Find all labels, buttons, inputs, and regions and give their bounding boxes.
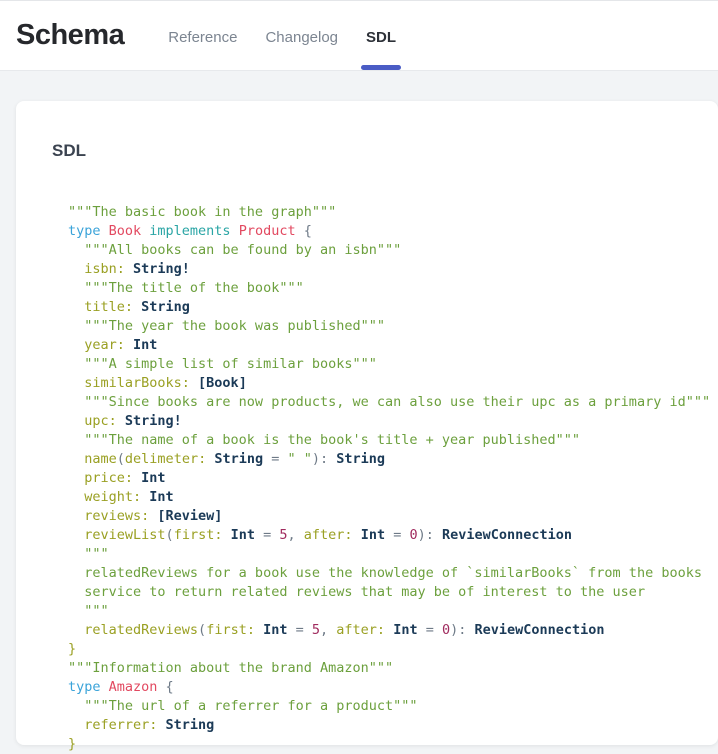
page-title: Schema — [16, 19, 124, 52]
sdl-heading: SDL — [52, 141, 698, 161]
code-line: """Since books are now products, we can … — [68, 393, 698, 412]
code-line: similarBooks: [Book] — [68, 374, 698, 393]
code-line: referrer: String — [68, 716, 698, 735]
code-line: """Information about the brand Amazon""" — [68, 659, 698, 678]
code-line: """The basic book in the graph""" — [68, 203, 698, 222]
code-line: type Book implements Product { — [68, 222, 698, 241]
code-line: reviewList(first: Int = 5, after: Int = … — [68, 526, 698, 545]
tab-label: SDL — [366, 29, 396, 46]
code-line: price: Int — [68, 469, 698, 488]
code-line: reviews: [Review] — [68, 507, 698, 526]
code-line: """The url of a referrer for a product""… — [68, 697, 698, 716]
sdl-card: SDL """The basic book in the graph"""typ… — [16, 101, 718, 745]
code-line: isbn: String! — [68, 260, 698, 279]
sdl-code: """The basic book in the graph"""type Bo… — [68, 203, 698, 754]
tab-changelog[interactable]: Changelog — [251, 1, 352, 70]
code-line: relatedReviews for a book use the knowle… — [68, 564, 698, 583]
code-line: """ — [68, 545, 698, 564]
code-line: type Amazon { — [68, 678, 698, 697]
code-line: """The name of a book is the book's titl… — [68, 431, 698, 450]
code-line: """All books can be found by an isbn""" — [68, 241, 698, 260]
code-line: title: String — [68, 298, 698, 317]
page-header: Schema Reference Changelog SDL — [0, 1, 718, 71]
active-tab-indicator — [361, 65, 401, 70]
code-line: year: Int — [68, 336, 698, 355]
code-line: relatedReviews(first: Int = 5, after: In… — [68, 621, 698, 640]
code-line: upc: String! — [68, 412, 698, 431]
tab-label: Changelog — [265, 29, 338, 46]
content-area: SDL """The basic book in the graph"""typ… — [0, 71, 718, 745]
code-line: """A simple list of similar books""" — [68, 355, 698, 374]
code-line: """The year the book was published""" — [68, 317, 698, 336]
tab-sdl[interactable]: SDL — [352, 1, 410, 70]
code-line: name(delimeter: String = " "): String — [68, 450, 698, 469]
code-line: } — [68, 640, 698, 659]
tab-label: Reference — [168, 29, 237, 46]
code-line: service to return related reviews that m… — [68, 583, 698, 602]
code-line: """The title of the book""" — [68, 279, 698, 298]
code-line: weight: Int — [68, 488, 698, 507]
code-line: """ — [68, 602, 698, 621]
tab-reference[interactable]: Reference — [154, 1, 251, 70]
tabs: Reference Changelog SDL — [154, 1, 410, 70]
